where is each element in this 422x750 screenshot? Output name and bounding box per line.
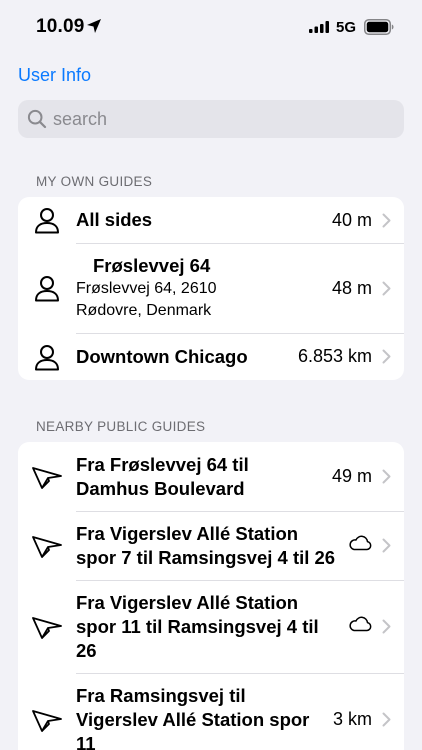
hang-glider-icon: [18, 464, 76, 490]
search-input[interactable]: [53, 108, 373, 130]
list-item[interactable]: Frøslevvej 64 Frøslevvej 64, 2610 Rødovr…: [18, 243, 404, 333]
guide-title: Frøslevvej 64: [93, 255, 211, 276]
location-arrow-icon: [87, 19, 101, 33]
battery-icon: [364, 19, 394, 35]
guide-title-line2: Damhus Boulevard: [76, 477, 245, 499]
list-item[interactable]: Fra Frøslevvej 64 til Damhus Boulevard 4…: [18, 442, 404, 511]
guide-title-line1: Fra Vigerslev Allé Station: [76, 522, 299, 544]
guide-title: Downtown Chicago: [76, 345, 248, 367]
guide-title-line2: spor 11 til Ramsingsvej 4 til: [76, 615, 319, 637]
guide-distance: 49 m: [331, 466, 372, 486]
chevron-right-icon: [382, 712, 404, 727]
chevron-right-icon: [382, 538, 404, 553]
search-bar[interactable]: [18, 100, 404, 138]
own-guides-list: All sides 40 m Frøslevvej 64 Frøslevvej …: [18, 197, 404, 380]
list-item[interactable]: Fra Ramsingsvej til Vigerslev Allé Stati…: [18, 673, 404, 750]
guide-address-line2: Rødovre, Denmark: [76, 302, 212, 319]
status-time: 10.09: [36, 16, 85, 37]
guide-distance: 48 m: [331, 277, 372, 298]
guide-title-line1: Fra Ramsingsvej til: [76, 684, 246, 706]
cloud-icon: [348, 616, 372, 637]
list-item[interactable]: Downtown Chicago 6.853 km: [18, 333, 404, 380]
list-item[interactable]: Fra Vigerslev Allé Station spor 7 til Ra…: [18, 511, 404, 580]
chevron-right-icon: [382, 281, 404, 296]
chevron-right-icon: [382, 349, 404, 364]
guide-title-line3: 26: [76, 639, 97, 661]
person-icon: [18, 343, 76, 371]
search-icon: [27, 109, 47, 129]
person-icon: [18, 206, 76, 234]
guide-address-line1: Frøslevvej 64, 2610: [76, 280, 217, 297]
guide-distance: 3 km: [332, 709, 372, 729]
hang-glider-icon: [18, 707, 76, 733]
signal-icon: [309, 21, 329, 33]
guide-distance: 40 m: [331, 209, 372, 230]
chevron-right-icon: [382, 619, 404, 634]
guide-title-line1: Fra Vigerslev Allé Station: [76, 591, 299, 613]
hang-glider-icon: [18, 533, 76, 559]
public-guides-list: Fra Frøslevvej 64 til Damhus Boulevard 4…: [18, 442, 404, 750]
own-guides-header: MY OWN GUIDES: [36, 174, 153, 189]
list-item[interactable]: All sides 40 m: [18, 197, 404, 243]
guide-distance: 6.853 km: [297, 346, 372, 366]
network-type: 5G: [336, 19, 357, 36]
list-item[interactable]: Fra Vigerslev Allé Station spor 11 til R…: [18, 580, 404, 673]
guide-title: All sides: [76, 209, 153, 230]
chevron-right-icon: [382, 213, 404, 228]
guide-title-line1: Fra Frøslevvej 64 til: [76, 453, 249, 475]
guide-title-line2: Vigerslev Allé Station spor: [76, 708, 310, 730]
public-guides-header: NEARBY PUBLIC GUIDES: [36, 419, 206, 434]
guide-title-line3: 11: [76, 732, 96, 750]
guide-title-line2: spor 7 til Ramsingsvej 4 til 26: [76, 546, 336, 568]
person-icon: [18, 274, 76, 302]
hang-glider-icon: [18, 614, 76, 640]
status-bar: 10.09 5G: [0, 0, 422, 56]
user-info-back-link[interactable]: User Info: [18, 65, 91, 86]
cloud-icon: [348, 535, 372, 556]
chevron-right-icon: [382, 469, 404, 484]
